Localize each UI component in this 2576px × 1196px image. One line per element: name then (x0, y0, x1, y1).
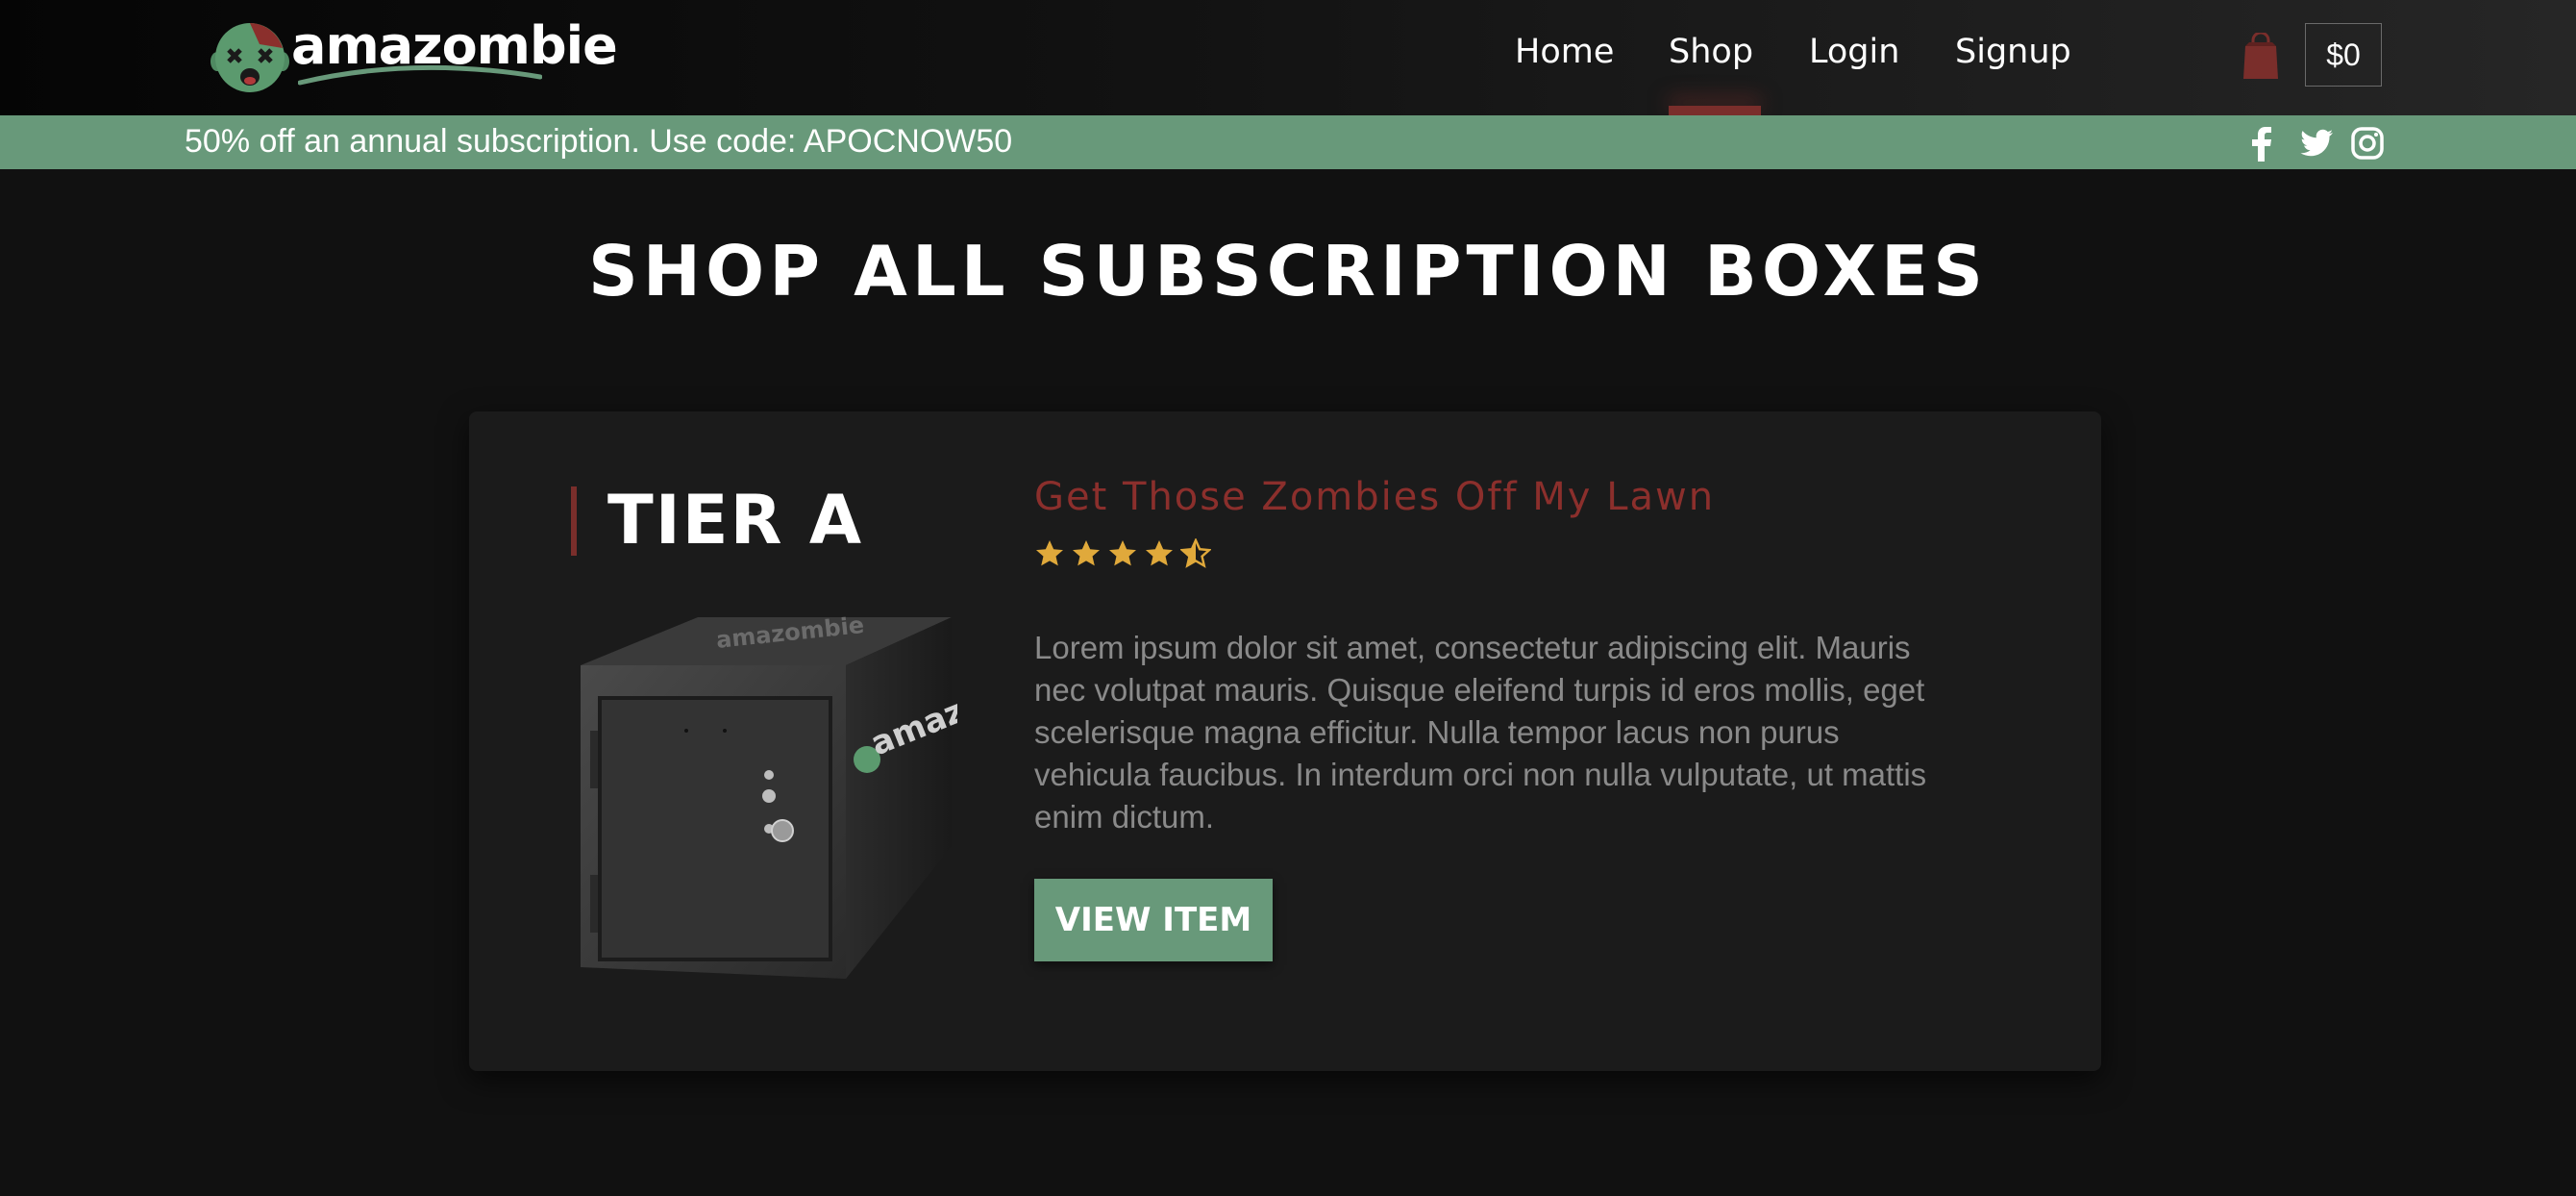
star-full-icon (1073, 540, 1100, 566)
cart-total-value: $0 (2326, 37, 2361, 72)
tier-accent-bar (571, 486, 577, 556)
promo-banner: 50% off an annual subscription. Use code… (0, 115, 2576, 169)
star-full-icon (1146, 540, 1173, 566)
nav-login[interactable]: Login (1809, 33, 1899, 71)
promo-text: 50% off an annual subscription. Use code… (185, 123, 1013, 160)
top-navbar: amazombie Home Shop Login Signup $0 (0, 0, 2576, 115)
cart-total[interactable]: $0 (2305, 23, 2382, 87)
rating-stars (1034, 538, 1211, 569)
twitter-icon[interactable] (2299, 129, 2334, 158)
page-title: SHOP ALL SUBSCRIPTION BOXES (587, 231, 1989, 311)
nav-signup[interactable]: Signup (1955, 33, 2071, 71)
star-half-icon (1180, 538, 1211, 568)
nav-home[interactable]: Home (1515, 33, 1614, 71)
facebook-icon[interactable] (2251, 127, 2272, 162)
instagram-icon[interactable] (2351, 127, 2384, 160)
product-box-image[interactable]: amazombie amazombie (573, 615, 957, 1000)
star-full-icon (1109, 540, 1136, 566)
view-item-button[interactable]: VIEW ITEM (1034, 879, 1273, 961)
product-title[interactable]: Get Those Zombies Off My Lawn (1034, 475, 1715, 519)
product-description: Lorem ipsum dolor sit amet, consectetur … (1034, 630, 1927, 835)
shopping-bag-icon[interactable] (2240, 33, 2282, 81)
product-card: TIER A amazombie amazombie (469, 411, 2101, 1071)
zombie-head-icon (211, 23, 289, 92)
nav-active-indicator (1669, 106, 1761, 115)
brand-logo[interactable]: amazombie (210, 15, 618, 102)
nav-shop[interactable]: Shop (1669, 33, 1753, 71)
tier-name: TIER A (607, 481, 864, 560)
star-full-icon (1036, 540, 1063, 566)
logo-swoosh (298, 64, 542, 86)
